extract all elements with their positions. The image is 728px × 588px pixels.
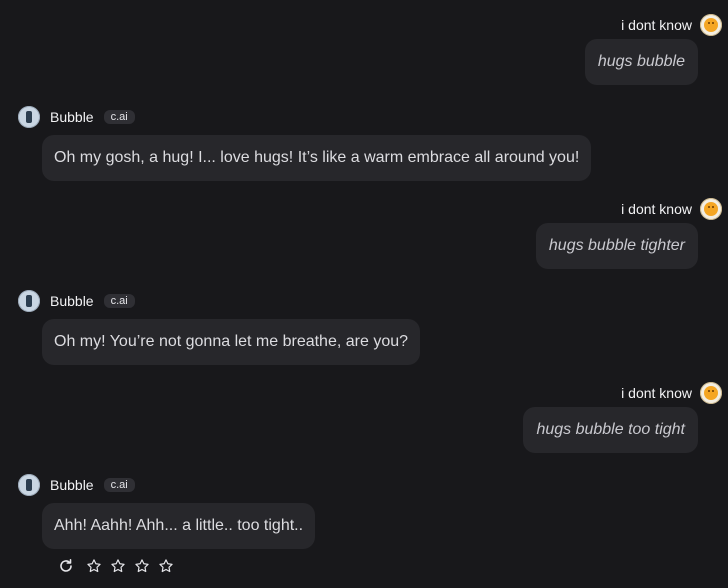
user-avatar[interactable]: [700, 198, 722, 220]
bot-header: Bubble c.ai: [18, 105, 591, 129]
user-avatar[interactable]: [700, 14, 722, 36]
user-name: i dont know: [621, 201, 692, 217]
bot-message: Bubble c.ai Oh my! You’re not gonna let …: [18, 289, 421, 365]
sun-face-icon: [704, 18, 718, 32]
user-message: i dont know hugs bubble tighter: [535, 197, 722, 269]
user-message: i dont know hugs bubble too tight: [523, 381, 722, 453]
user-name: i dont know: [621, 17, 692, 33]
character-icon: [26, 479, 32, 491]
bot-name[interactable]: Bubble: [50, 293, 94, 309]
user-message-bubble: hugs bubble: [584, 39, 698, 85]
user-message-bubble: hugs bubble tighter: [535, 223, 698, 269]
refresh-icon[interactable]: [58, 558, 74, 574]
chat-thread: i dont know hugs bubble Bubble c.ai Oh m…: [0, 0, 728, 588]
sun-face-icon: [704, 386, 718, 400]
bot-message-bubble: Ahh! Aahh! Ahh... a little.. too tight..: [42, 503, 316, 549]
bot-header: Bubble c.ai: [18, 289, 420, 313]
star-1-icon[interactable]: [86, 558, 102, 574]
star-2-icon[interactable]: [110, 558, 126, 574]
bot-name[interactable]: Bubble: [50, 109, 94, 125]
character-icon: [26, 111, 32, 123]
user-message: i dont know hugs bubble: [584, 13, 722, 85]
user-message-bubble: hugs bubble too tight: [523, 407, 698, 453]
star-3-icon[interactable]: [134, 558, 150, 574]
user-avatar[interactable]: [700, 382, 722, 404]
bot-name[interactable]: Bubble: [50, 477, 94, 493]
bot-badge: c.ai: [103, 478, 135, 492]
user-header: i dont know: [621, 197, 722, 221]
bot-avatar[interactable]: [18, 106, 40, 128]
message-actions: [58, 558, 174, 574]
bot-message: Bubble c.ai Ahh! Aahh! Ahh... a little..…: [18, 473, 316, 549]
bot-badge: c.ai: [103, 294, 135, 308]
bot-message-bubble: Oh my gosh, a hug! I... love hugs! It’s …: [42, 135, 592, 181]
bot-message: Bubble c.ai Oh my gosh, a hug! I... love…: [18, 105, 592, 181]
user-header: i dont know: [621, 13, 722, 37]
sun-face-icon: [704, 202, 718, 216]
bot-avatar[interactable]: [18, 290, 40, 312]
character-icon: [26, 295, 32, 307]
bot-message-bubble: Oh my! You’re not gonna let me breathe, …: [42, 319, 421, 365]
bot-avatar[interactable]: [18, 474, 40, 496]
bot-header: Bubble c.ai: [18, 473, 315, 497]
user-header: i dont know: [621, 381, 722, 405]
star-4-icon[interactable]: [158, 558, 174, 574]
bot-badge: c.ai: [103, 110, 135, 124]
user-name: i dont know: [621, 385, 692, 401]
